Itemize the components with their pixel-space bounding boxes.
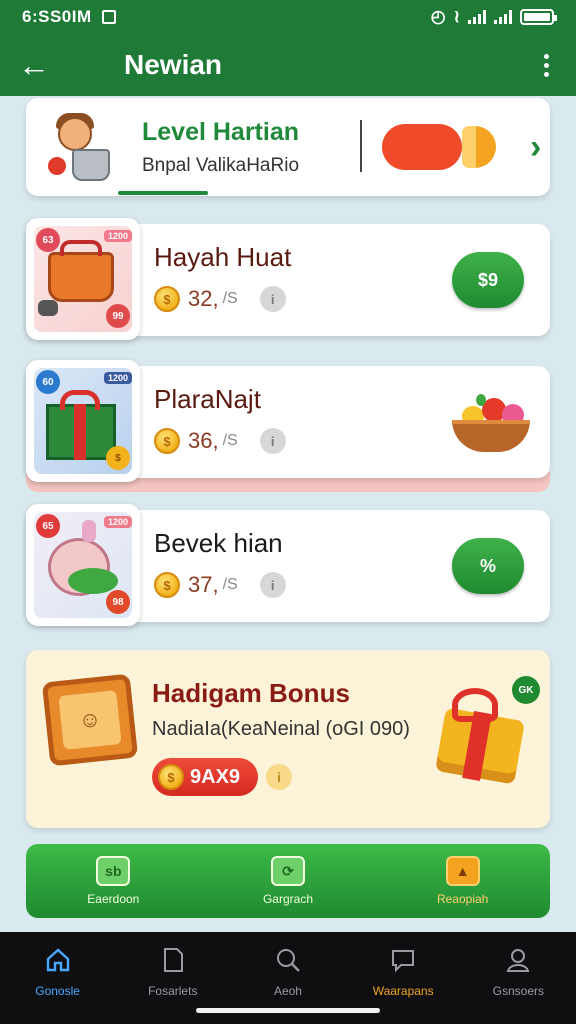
item-name: PlaraNajt bbox=[154, 384, 261, 414]
nav-label-search: Aeoh bbox=[273, 984, 302, 998]
item-name: Bevek hian bbox=[154, 528, 283, 558]
item-card-3[interactable]: 65 1200 98 Bevek hian $ 37, /S i % bbox=[26, 504, 550, 626]
price-value: 37, bbox=[188, 572, 219, 597]
home-indicator[interactable] bbox=[196, 1008, 380, 1013]
item-card-2[interactable]: 60 1200 $ PlaraNajt $ 36, /S i bbox=[26, 360, 550, 482]
status-bar: 6:SS0IM ◴ ≀ bbox=[0, 0, 576, 34]
item-card-1[interactable]: 63 1200 99 Hayah Huat $ 32, /S i $9 bbox=[26, 218, 550, 340]
badge-top-right: 1200 bbox=[103, 516, 132, 528]
app-bar: ← Newian bbox=[0, 34, 576, 96]
status-icons: ◴ ≀ bbox=[430, 7, 557, 27]
buy-button-1[interactable]: $9 bbox=[452, 252, 524, 308]
bonus-title: Hadigam Bonus bbox=[152, 678, 350, 708]
coin-icon: $ bbox=[154, 428, 180, 454]
refresh-icon: ⟳ bbox=[270, 856, 305, 886]
bonus-card[interactable]: ☺ Hadigam Bonus NadiaIa(KeaNeinal (oGI 0… bbox=[26, 650, 550, 828]
badge-bottom-right: $ bbox=[106, 446, 130, 470]
price-unit: /S bbox=[222, 576, 238, 593]
info-icon[interactable]: i bbox=[259, 428, 286, 454]
gift-icon bbox=[430, 684, 526, 785]
notification-icon bbox=[101, 10, 116, 24]
document-icon bbox=[163, 948, 183, 972]
bonus-badge: GK bbox=[512, 676, 540, 704]
item-thumbnail-gift: 60 1200 $ bbox=[26, 360, 140, 482]
chevron-right-icon[interactable]: › bbox=[530, 128, 541, 167]
mascot-icon bbox=[44, 111, 122, 183]
bonus-price: 9AX9 bbox=[190, 765, 241, 788]
progress-pill-red bbox=[382, 124, 462, 170]
item-thumbnail-pot: 63 1200 99 bbox=[26, 218, 140, 340]
action-button-3[interactable]: ▲ Reaopiah bbox=[403, 856, 523, 906]
wifi-icon: ≀ bbox=[453, 7, 460, 26]
item-price: $ 36, /S i bbox=[154, 428, 286, 454]
badge-bottom-right: 98 bbox=[106, 590, 130, 614]
action-button-1[interactable]: sb Eaerdoon bbox=[53, 856, 173, 906]
level-card[interactable]: Level Hartian Bnpal ValikaHaRio › bbox=[26, 98, 550, 196]
info-icon[interactable]: i bbox=[266, 764, 292, 790]
home-icon bbox=[46, 948, 69, 972]
price-value: 36, bbox=[188, 428, 219, 453]
action-button-2[interactable]: ⟳ Gargrach bbox=[228, 856, 348, 906]
coin-icon: $ bbox=[158, 764, 184, 790]
fruit-bowl-icon[interactable] bbox=[448, 390, 534, 454]
nav-label-documents: Fosarlets bbox=[148, 984, 198, 998]
bonus-frame-icon: ☺ bbox=[41, 673, 139, 767]
progress-pill-orange bbox=[462, 126, 496, 168]
back-arrow-icon[interactable]: ← bbox=[18, 49, 64, 81]
nav-item-home[interactable]: Gonosle bbox=[3, 946, 113, 1024]
action-bar: sb Eaerdoon ⟳ Gargrach ▲ Reaopiah bbox=[26, 844, 550, 918]
action-icon-1: sb bbox=[96, 856, 131, 886]
nav-label-chat: Waarapans bbox=[372, 984, 434, 998]
alarm-icon: ◴ bbox=[430, 7, 446, 26]
price-value: 32, bbox=[188, 286, 219, 311]
price-unit: /S bbox=[222, 290, 238, 307]
badge-bottom-right: 99 bbox=[106, 304, 130, 328]
profile-icon bbox=[507, 949, 530, 972]
action-label-1: Eaerdoon bbox=[87, 892, 140, 906]
bonus-price-button[interactable]: $ 9AX9 bbox=[152, 758, 258, 796]
page-title: Newian bbox=[124, 49, 223, 80]
nav-label-home: Gonosle bbox=[35, 984, 80, 998]
badge-top-right: 1200 bbox=[103, 230, 132, 242]
signal-icon-2 bbox=[494, 10, 512, 24]
badge-top-left: 65 bbox=[36, 514, 60, 538]
buy-button-3[interactable]: % bbox=[452, 538, 524, 594]
badge-top-left: 60 bbox=[36, 370, 60, 394]
item-name: Hayah Huat bbox=[154, 242, 292, 272]
nav-label-profile: Gsnsoers bbox=[492, 984, 545, 998]
status-time: 6:SS0IM bbox=[22, 7, 92, 26]
signal-icon bbox=[468, 10, 486, 24]
info-icon[interactable]: i bbox=[259, 572, 286, 598]
badge-top-left: 63 bbox=[36, 228, 60, 252]
price-unit: /S bbox=[222, 432, 238, 449]
level-title: Level Hartian bbox=[142, 117, 300, 146]
more-vertical-icon[interactable] bbox=[534, 53, 558, 77]
item-price: $ 32, /S i bbox=[154, 286, 286, 312]
level-subtitle: Bnpal ValikaHaRio bbox=[142, 154, 300, 176]
coin-icon: $ bbox=[154, 286, 180, 312]
level-underline bbox=[118, 191, 208, 195]
battery-icon bbox=[520, 9, 557, 25]
action-label-2: Gargrach bbox=[262, 892, 313, 906]
action-label-3: Reaopiah bbox=[436, 892, 489, 906]
badge-top-right: 1200 bbox=[103, 372, 132, 384]
divider bbox=[360, 120, 362, 172]
info-icon[interactable]: i bbox=[259, 286, 286, 312]
nav-item-profile[interactable]: Gsnsoers bbox=[463, 946, 573, 1024]
search-icon bbox=[276, 949, 300, 972]
bonus-subtitle: NadiaIa(KeaNeinal (oGI 090) bbox=[152, 718, 410, 740]
coin-icon: $ bbox=[154, 572, 180, 598]
item-thumbnail-ornament: 65 1200 98 bbox=[26, 504, 140, 626]
item-price: $ 37, /S i bbox=[154, 572, 286, 598]
shop-icon: ▲ bbox=[445, 856, 480, 886]
chat-icon bbox=[392, 950, 415, 973]
